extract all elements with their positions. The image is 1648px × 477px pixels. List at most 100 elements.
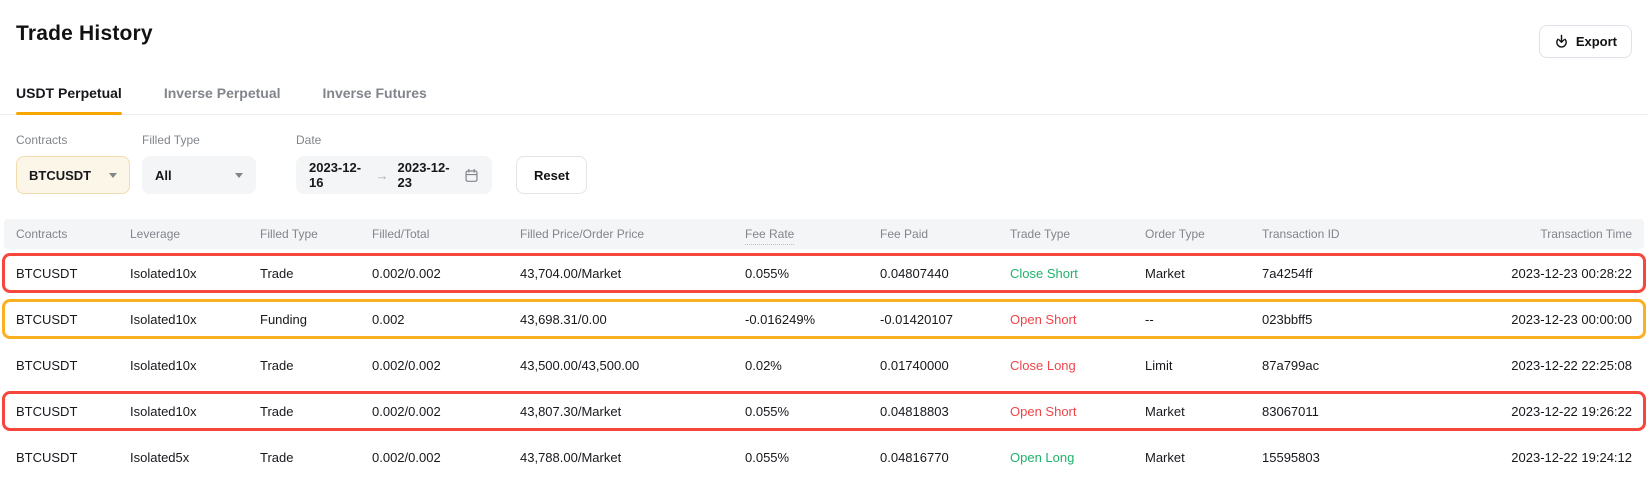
cell-order_type: Market — [1145, 404, 1262, 419]
cell-filled_type: Funding — [260, 312, 372, 327]
column-header-label: Transaction ID — [1262, 227, 1340, 241]
cell-trade_type: Open Long — [1010, 450, 1145, 465]
tab-usdt-perpetual[interactable]: USDT Perpetual — [16, 85, 122, 114]
cell-order_type: -- — [1145, 312, 1262, 327]
cell-filled_total: 0.002/0.002 — [372, 266, 520, 281]
cell-order_type: Limit — [1145, 358, 1262, 373]
cell-contracts: BTCUSDT — [16, 450, 130, 465]
cell-filled_price_order_price: 43,807.30/Market — [520, 404, 745, 419]
cell-filled_price_order_price: 43,698.31/0.00 — [520, 312, 745, 327]
cell-filled_type: Trade — [260, 266, 372, 281]
cell-trade_type: Open Short — [1010, 312, 1145, 327]
date-start-value: 2023-12-16 — [309, 160, 367, 190]
contracts-filter: Contracts BTCUSDT — [16, 133, 130, 194]
column-header-label: Transaction Time — [1540, 227, 1632, 241]
date-range-picker[interactable]: 2023-12-16 2023-12-23 — [296, 156, 492, 194]
cell-transaction_time: 2023-12-22 22:25:08 — [1432, 358, 1632, 373]
caret-down-icon — [109, 173, 117, 178]
column-header-filled_total: Filled/Total — [372, 227, 520, 241]
column-header-order_type: Order Type — [1145, 227, 1262, 241]
cell-transaction_id: 83067011 — [1262, 404, 1432, 419]
cell-contracts: BTCUSDT — [16, 312, 130, 327]
cell-trade_type: Close Long — [1010, 358, 1145, 373]
cell-contracts: BTCUSDT — [16, 358, 130, 373]
column-header-transaction_time: Transaction Time — [1432, 227, 1632, 241]
table-row: BTCUSDTIsolated10xTrade0.002/0.00243,500… — [2, 345, 1646, 385]
cell-transaction_time: 2023-12-22 19:24:12 — [1432, 450, 1632, 465]
cell-transaction_id: 15595803 — [1262, 450, 1432, 465]
export-button[interactable]: Export — [1539, 25, 1632, 58]
column-header-label: Filled/Total — [372, 227, 429, 241]
cell-contracts: BTCUSDT — [16, 266, 130, 281]
table-row: BTCUSDTIsolated5xTrade0.002/0.00243,788.… — [2, 437, 1646, 477]
download-icon — [1554, 34, 1569, 49]
cell-fee_rate: 0.055% — [745, 266, 880, 281]
column-header-filled_price_order_price: Filled Price/Order Price — [520, 227, 745, 241]
cell-fee_rate: -0.016249% — [745, 312, 880, 327]
cell-transaction_id: 87a799ac — [1262, 358, 1432, 373]
cell-filled_price_order_price: 43,704.00/Market — [520, 266, 745, 281]
cell-transaction_time: 2023-12-23 00:00:00 — [1432, 312, 1632, 327]
column-header-fee_paid: Fee Paid — [880, 227, 1010, 241]
top-bar: Trade History Export — [0, 0, 1648, 58]
cell-leverage: Isolated10x — [130, 404, 260, 419]
cell-trade_type: Open Short — [1010, 404, 1145, 419]
cell-fee_rate: 0.055% — [745, 404, 880, 419]
table-row: BTCUSDTIsolated10xTrade0.002/0.00243,704… — [2, 253, 1646, 293]
arrow-right-icon — [376, 168, 389, 183]
column-header-leverage: Leverage — [130, 227, 260, 241]
column-header-label: Filled Price/Order Price — [520, 227, 644, 241]
calendar-icon — [464, 168, 479, 183]
column-header-label: Fee Paid — [880, 227, 928, 241]
cell-fee_paid: 0.04818803 — [880, 404, 1010, 419]
column-header-transaction_id: Transaction ID — [1262, 227, 1432, 241]
filled-type-filter-label: Filled Type — [142, 133, 256, 147]
contracts-select-value: BTCUSDT — [29, 168, 91, 183]
tab-inverse-futures[interactable]: Inverse Futures — [323, 85, 427, 114]
column-header-label: Order Type — [1145, 227, 1205, 241]
table-body: BTCUSDTIsolated10xTrade0.002/0.00243,704… — [0, 253, 1648, 477]
date-end-value: 2023-12-23 — [398, 160, 456, 190]
cell-leverage: Isolated10x — [130, 312, 260, 327]
contracts-select[interactable]: BTCUSDT — [16, 156, 130, 194]
column-header-fee_rate[interactable]: Fee Rate — [745, 227, 880, 241]
column-header-label: Trade Type — [1010, 227, 1070, 241]
cell-filled_total: 0.002/0.002 — [372, 450, 520, 465]
cell-fee_rate: 0.02% — [745, 358, 880, 373]
table-row: BTCUSDTIsolated10xTrade0.002/0.00243,807… — [2, 391, 1646, 431]
cell-filled_type: Trade — [260, 404, 372, 419]
filled-type-select-value: All — [155, 168, 172, 183]
reset-button[interactable]: Reset — [516, 156, 587, 194]
column-header-label: Contracts — [16, 227, 67, 241]
caret-down-icon — [235, 173, 243, 178]
cell-filled_total: 0.002/0.002 — [372, 358, 520, 373]
tabs: USDT Perpetual Inverse Perpetual Inverse F… — [0, 85, 1648, 115]
export-button-label: Export — [1576, 34, 1617, 49]
cell-order_type: Market — [1145, 450, 1262, 465]
cell-fee_paid: -0.01420107 — [880, 312, 1010, 327]
table-header: Contracts Leverage Filled TypeFilled/Total… — [4, 219, 1644, 249]
cell-filled_price_order_price: 43,500.00/43,500.00 — [520, 358, 745, 373]
cell-filled_price_order_price: 43,788.00/Market — [520, 450, 745, 465]
date-filter: Date 2023-12-16 2023-12-23 — [296, 133, 492, 194]
column-header-trade_type: Trade Type — [1010, 227, 1145, 241]
cell-leverage: Isolated5x — [130, 450, 260, 465]
cell-fee_paid: 0.04807440 — [880, 266, 1010, 281]
table-row: BTCUSDTIsolated10xFunding0.00243,698.31/… — [2, 299, 1646, 339]
contracts-filter-label: Contracts — [16, 133, 130, 147]
column-header-filled_type: Filled Type — [260, 227, 372, 241]
cell-order_type: Market — [1145, 266, 1262, 281]
column-header-label: Leverage — [130, 227, 180, 241]
cell-filled_total: 0.002/0.002 — [372, 404, 520, 419]
tab-inverse-perpetual[interactable]: Inverse Perpetual — [164, 85, 281, 114]
filled-type-select[interactable]: All — [142, 156, 256, 194]
cell-fee_rate: 0.055% — [745, 450, 880, 465]
filled-type-filter: Filled Type All — [142, 133, 256, 194]
cell-fee_paid: 0.04816770 — [880, 450, 1010, 465]
cell-filled_type: Trade — [260, 450, 372, 465]
cell-leverage: Isolated10x — [130, 358, 260, 373]
cell-transaction_id: 7a4254ff — [1262, 266, 1432, 281]
cell-transaction_time: 2023-12-22 19:26:22 — [1432, 404, 1632, 419]
cell-filled_type: Trade — [260, 358, 372, 373]
date-filter-label: Date — [296, 133, 492, 147]
